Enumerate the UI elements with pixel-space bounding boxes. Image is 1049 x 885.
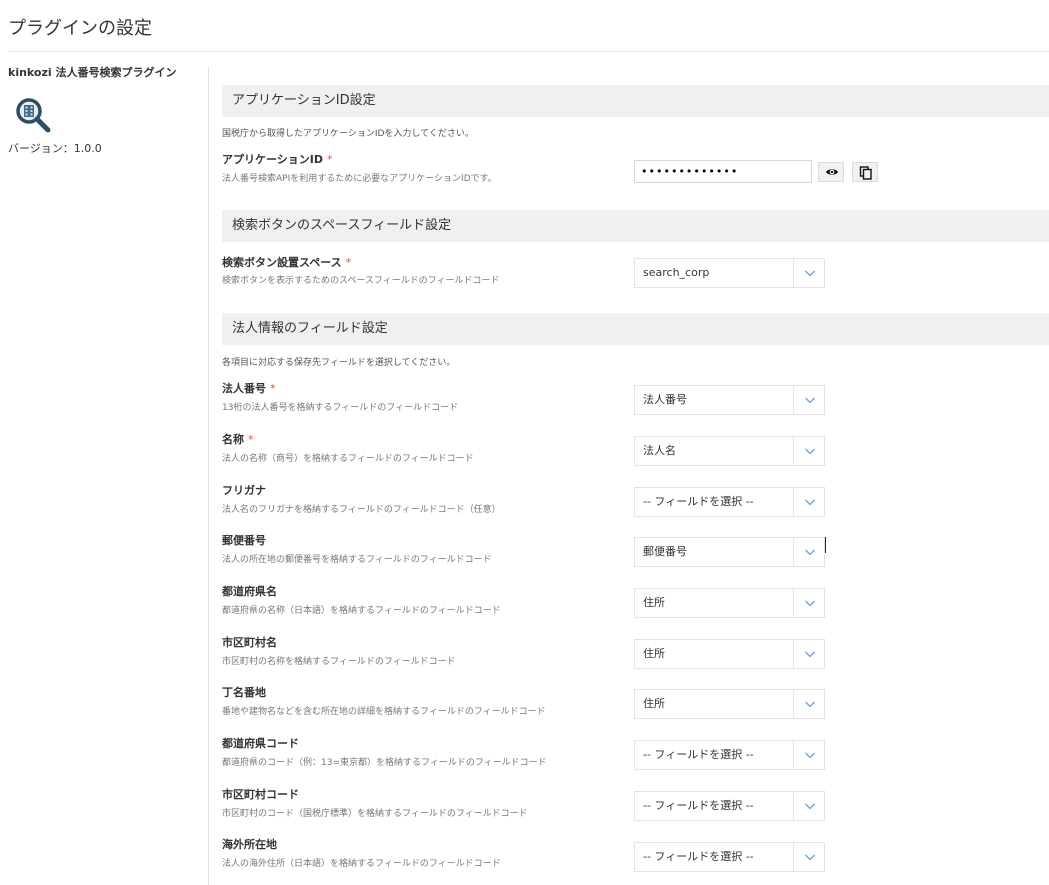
field-help-prefecture: 都道府県の名称（日本語）を格納するフィールドのフィールドコード — [222, 606, 501, 616]
section-description-corp-info: 各項目に対応する保存先フィールドを選択してください。 — [222, 358, 456, 368]
select-value: -- フィールドを選択 -- — [643, 495, 754, 508]
postal-code-select[interactable]: 郵便番号 — [634, 537, 825, 567]
search-space-select[interactable]: search_corp — [634, 258, 825, 288]
prefecture-select[interactable]: 住所 — [634, 588, 825, 618]
field-label-prefecture-code: 都道府県コード — [222, 737, 299, 750]
chevron-down-icon — [805, 701, 815, 708]
required-mark: * — [345, 256, 352, 269]
chevron-down-icon — [805, 752, 815, 759]
field-help-overseas-address: 法人の海外住所（日本語）を格納するフィールドのフィールドコード — [222, 859, 501, 869]
select-value: 住所 — [643, 596, 665, 609]
prefecture-code-select[interactable]: -- フィールドを選択 -- — [634, 740, 825, 770]
title-divider — [8, 51, 1049, 52]
select-value: 法人名 — [643, 444, 676, 457]
select-value: 郵便番号 — [643, 545, 687, 558]
city-code-select[interactable]: -- フィールドを選択 -- — [634, 791, 825, 821]
copy-icon — [859, 166, 872, 180]
section-description-app-id: 国税庁から取得したアプリケーションIDを入力してください。 — [222, 129, 474, 139]
chevron-down-icon — [805, 270, 815, 277]
select-divider — [793, 259, 794, 287]
field-label-postal-code: 郵便番号 — [222, 534, 266, 547]
corp-name-select[interactable]: 法人名 — [634, 436, 825, 466]
field-label-app-id: アプリケーションID * — [222, 153, 333, 166]
chevron-down-icon — [805, 397, 815, 404]
show-password-button[interactable] — [818, 162, 844, 182]
select-value: 住所 — [643, 697, 665, 710]
city-select[interactable]: 住所 — [634, 639, 825, 669]
field-label-corp-number: 法人番号 * — [222, 382, 276, 395]
sidebar-divider — [208, 66, 209, 885]
select-divider — [793, 792, 794, 820]
field-help-search-space: 検索ボタンを表示するためのスペースフィールドのフィールドコード — [222, 276, 500, 286]
section-header-search-button: 検索ボタンのスペースフィールド設定 — [222, 210, 1049, 242]
magnifier-building-icon — [16, 98, 51, 133]
chevron-down-icon — [805, 549, 815, 556]
field-help-city-code: 市区町村のコード（国税庁標準）を格納するフィールドのフィールドコード — [222, 809, 528, 819]
field-help-city: 市区町村の名称を格納するフィールドのフィールドコード — [222, 657, 456, 667]
field-label-corp-name: 名称 * — [222, 433, 254, 446]
copy-button[interactable] — [852, 162, 878, 182]
select-value: -- フィールドを選択 -- — [643, 748, 754, 761]
field-help-corp-name: 法人の名称（商号）を格納するフィールドのフィールドコード — [222, 454, 474, 464]
chevron-down-icon — [805, 803, 815, 810]
select-value: -- フィールドを選択 -- — [643, 850, 754, 863]
field-label-city: 市区町村名 — [222, 636, 277, 649]
select-divider — [793, 538, 794, 566]
eye-icon — [826, 169, 838, 175]
select-value: 法人番号 — [643, 393, 687, 406]
field-label-prefecture: 都道府県名 — [222, 585, 277, 598]
required-mark: * — [327, 153, 333, 166]
field-help-corp-number: 13桁の法人番号を格納するフィールドのフィールドコード — [222, 403, 459, 413]
plugin-sidebar: kinkozi 法人番号検索プラグイン バージョン：1.0.0 — [8, 64, 208, 155]
select-value: -- フィールドを選択 -- — [643, 799, 754, 812]
required-mark: * — [248, 433, 254, 446]
select-divider — [793, 437, 794, 465]
required-mark: * — [270, 382, 276, 395]
select-divider — [793, 843, 794, 871]
field-help-postal-code: 法人の所在地の郵便番号を格納するフィールドのフィールドコード — [222, 555, 492, 565]
field-help-furigana: 法人名のフリガナを格納するフィールドのフィールドコード（任意） — [222, 505, 501, 515]
corp-number-select[interactable]: 法人番号 — [634, 385, 825, 415]
select-divider — [793, 741, 794, 769]
chevron-down-icon — [805, 854, 815, 861]
select-divider — [793, 589, 794, 617]
field-label-street-address: 丁名番地 — [222, 686, 266, 699]
page-title: プラグインの設定 — [8, 18, 152, 39]
field-label-search-space: 検索ボタン設置スペース * — [222, 256, 352, 269]
field-help-app-id: 法人番号検索APIを利用するために必要なアプリケーションIDです。 — [222, 174, 497, 184]
select-divider — [793, 690, 794, 718]
text-cursor — [825, 537, 826, 553]
select-divider — [793, 640, 794, 668]
field-label-overseas-address: 海外所在地 — [222, 838, 277, 851]
select-divider — [793, 488, 794, 516]
field-label-furigana: フリガナ — [222, 484, 266, 497]
field-help-street-address: 番地や建物名などを含む所在地の詳細を格納するフィールドのフィールドコード — [222, 707, 546, 717]
chevron-down-icon — [805, 600, 815, 607]
section-header-corp-info: 法人情報のフィールド設定 — [222, 313, 1049, 345]
select-value: 住所 — [643, 647, 665, 660]
furigana-select[interactable]: -- フィールドを選択 -- — [634, 487, 825, 517]
field-help-prefecture-code: 都道府県のコード（例：13=東京都）を格納するフィールドのフィールドコード — [222, 758, 547, 768]
select-value: search_corp — [643, 266, 710, 279]
overseas-address-select[interactable]: -- フィールドを選択 -- — [634, 842, 825, 872]
section-header-app-id: アプリケーションID設定 — [222, 85, 1049, 117]
field-label-city-code: 市区町村コード — [222, 788, 299, 801]
chevron-down-icon — [805, 448, 815, 455]
select-divider — [793, 386, 794, 414]
chevron-down-icon — [805, 651, 815, 658]
app-id-input[interactable] — [634, 160, 812, 183]
plugin-name: kinkozi 法人番号検索プラグイン — [8, 66, 177, 79]
plugin-version: バージョン：1.0.0 — [8, 142, 102, 155]
chevron-down-icon — [805, 499, 815, 506]
street-address-select[interactable]: 住所 — [634, 689, 825, 719]
